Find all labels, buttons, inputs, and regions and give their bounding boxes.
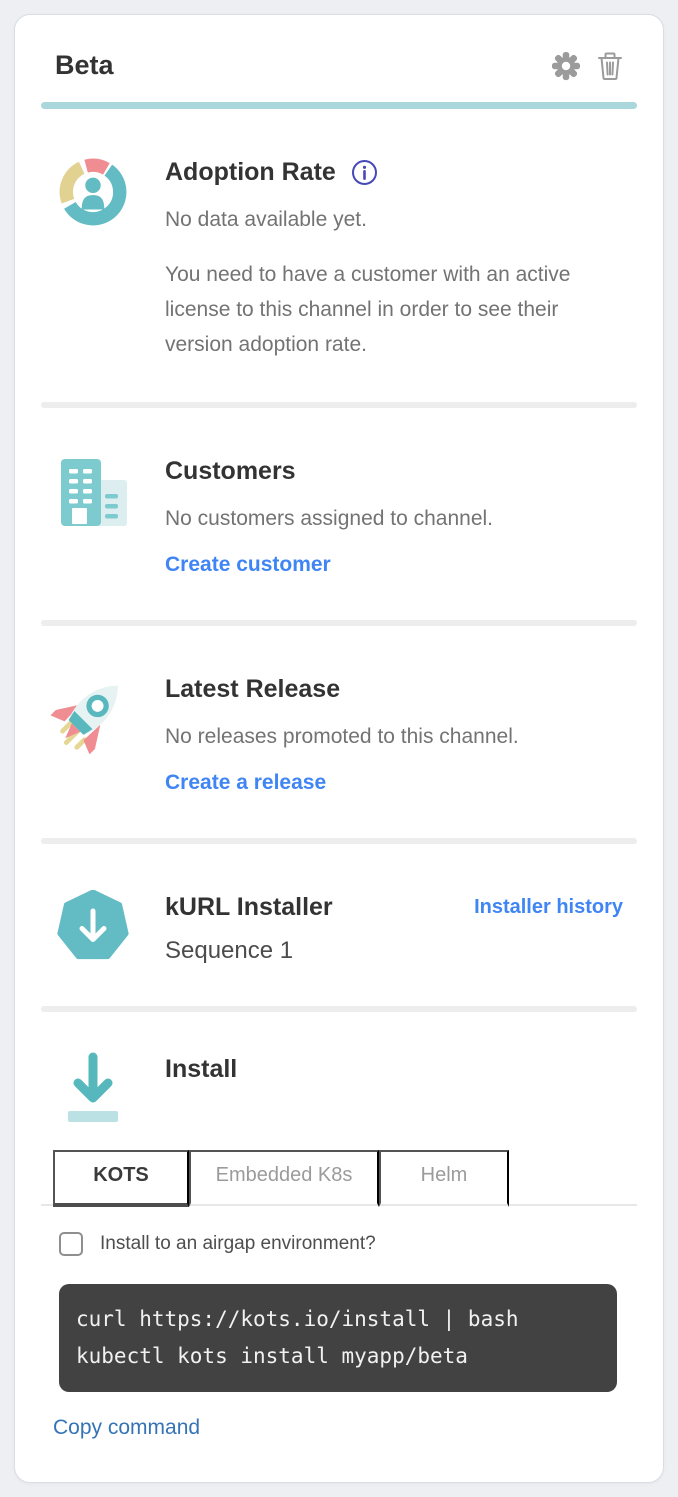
info-icon[interactable]	[351, 159, 378, 186]
section-divider	[41, 402, 637, 408]
latest-release-title: Latest Release	[165, 674, 623, 704]
install-tabs: KOTS Embedded K8s Helm	[41, 1150, 637, 1206]
create-customer-link[interactable]: Create customer	[165, 550, 331, 580]
channel-title: Beta	[55, 49, 114, 82]
install-section: Install	[41, 1052, 637, 1126]
section-divider	[41, 620, 637, 626]
latest-release-section: Latest Release No releases promoted to t…	[41, 672, 637, 798]
download-arrow-icon	[55, 1052, 131, 1126]
delete-trash-icon[interactable]	[597, 51, 623, 81]
section-divider	[41, 1006, 637, 1012]
adoption-rate-icon	[55, 155, 131, 362]
airgap-checkbox[interactable]	[59, 1232, 83, 1256]
tab-kots[interactable]: KOTS	[53, 1150, 189, 1207]
channel-accent-bar	[41, 102, 637, 109]
kurl-installer-section: kURL Installer Installer history Sequenc…	[41, 890, 637, 966]
adoption-rate-title: Adoption Rate	[165, 157, 336, 187]
settings-gear-icon[interactable]	[551, 51, 581, 81]
kurl-installer-title: kURL Installer	[165, 892, 333, 922]
building-icon	[55, 454, 131, 580]
airgap-label: Install to an airgap environment?	[100, 1233, 376, 1255]
card-header: Beta	[41, 49, 637, 82]
adoption-empty-text: No data available yet.	[165, 205, 623, 235]
copy-command-link[interactable]: Copy command	[53, 1416, 200, 1440]
installer-sequence: Sequence 1	[165, 936, 623, 966]
airgap-option: Install to an airgap environment?	[41, 1232, 637, 1256]
customers-title: Customers	[165, 456, 623, 486]
create-release-link[interactable]: Create a release	[165, 768, 326, 798]
install-command-code-block: curl https://kots.io/install | bash kube…	[59, 1284, 617, 1392]
section-divider	[41, 838, 637, 844]
kurl-heptagon-download-icon	[55, 890, 131, 966]
customers-empty-text: No customers assigned to channel.	[165, 504, 623, 534]
customers-section: Customers No customers assigned to chann…	[41, 454, 637, 580]
code-line-1: curl https://kots.io/install | bash	[76, 1301, 605, 1338]
rocket-icon	[55, 672, 131, 798]
tab-embedded-k8s[interactable]: Embedded K8s	[189, 1150, 379, 1207]
adoption-help-text: You need to have a customer with an acti…	[165, 257, 601, 362]
adoption-rate-section: Adoption Rate No data available yet. You…	[41, 155, 637, 362]
code-line-2: kubectl kots install myapp/beta	[76, 1338, 605, 1375]
header-actions	[551, 51, 623, 81]
installer-history-link[interactable]: Installer history	[474, 896, 623, 919]
tab-helm[interactable]: Helm	[379, 1150, 509, 1207]
install-title: Install	[165, 1054, 623, 1084]
release-empty-text: No releases promoted to this channel.	[165, 722, 623, 752]
channel-card: Beta	[14, 14, 664, 1483]
